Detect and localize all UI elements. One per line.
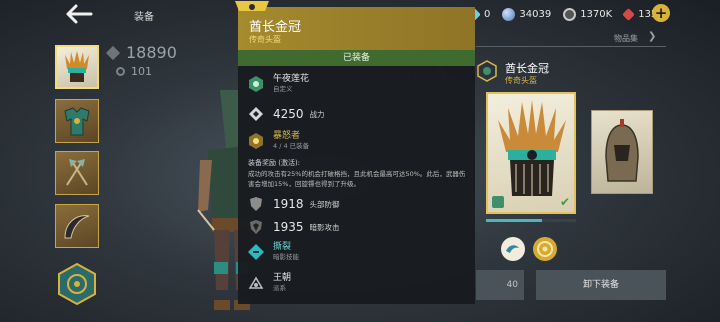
currency-coins: 1370K (563, 7, 612, 21)
stat-shadow-attack: 1935 暗影攻击 (248, 219, 340, 235)
shadow-shield-icon (248, 219, 264, 235)
slot-helmet[interactable] (55, 45, 99, 89)
bonus-text: 成功的攻击有25%的机会打破格挡，且此机会最高可达50%。此后，武器伤害会增加1… (248, 170, 466, 188)
currency-bar: 0 34039 1370K 1357 (468, 5, 676, 23)
chest-armor-icon (64, 107, 90, 136)
power-row: 4250 战力 (248, 106, 325, 122)
bonus-title: 装备奖励 (激活): (248, 159, 301, 167)
slot-weapon-sickles[interactable] (55, 204, 99, 248)
crown-crest-icon (235, 0, 269, 14)
slot-armor[interactable] (55, 99, 99, 143)
emblem-icon (58, 262, 96, 306)
rarity-emblem-icon (476, 60, 498, 82)
sun-spiral-icon (533, 237, 557, 261)
diamond-icon (105, 45, 121, 60)
item-card-alternate[interactable] (591, 110, 653, 194)
tab-item-set[interactable]: 物品集 (614, 33, 638, 44)
screen-title: 装备 (134, 12, 154, 23)
unequip-button[interactable]: 卸下装备 (536, 270, 666, 300)
selected-item-rarity: 传奇头盔 (505, 76, 537, 85)
axes-icon (66, 159, 88, 186)
slot-emblem[interactable] (55, 262, 99, 306)
orb-icon (502, 7, 516, 21)
lotus-icon (248, 76, 264, 92)
dynasty-icon (248, 275, 264, 291)
faction-row: 王朝 派系 (248, 273, 291, 293)
chevron-right-icon[interactable]: ❯ (648, 31, 656, 42)
ability-sun-button[interactable] (532, 236, 558, 262)
sickles-icon (64, 215, 90, 239)
item-tooltip: 酋长金冠 传奇头盔 已装备 午夜莲花 自定义 4250 战力 暴怒者 4 / 4… (238, 7, 475, 304)
card-progress-fill (486, 219, 542, 222)
gear-sub-score: 101 (116, 65, 152, 78)
card-progress-bar (486, 219, 576, 222)
power-diamond-icon (248, 106, 264, 122)
tab-divider (476, 46, 666, 47)
gear-score: 18890 (105, 43, 177, 62)
ruby-icon (622, 7, 636, 21)
currency-orbs: 34039 (502, 7, 551, 21)
checkmark-icon: ✔ (559, 195, 570, 209)
back-button[interactable] (64, 3, 94, 25)
helmet-icon (605, 119, 639, 182)
selected-item-name: 酋长金冠 (505, 62, 549, 75)
refresh-icon (116, 67, 125, 76)
tooltip-rarity: 传奇头盔 (249, 35, 281, 44)
shield-icon (248, 196, 264, 212)
rend-icon (248, 244, 264, 260)
coin-icon (563, 7, 577, 21)
secondary-action-button[interactable]: 40 (476, 270, 524, 300)
back-arrow-icon (66, 4, 93, 24)
perk-row: 撕裂 暗影技能 (248, 242, 299, 262)
set-row: 暴怒者 4 / 4 已装备 (248, 131, 309, 151)
feather-headdress-icon (498, 100, 566, 196)
add-currency-button[interactable]: + (652, 4, 670, 22)
tooltip-title: 酋长金冠 (249, 20, 302, 35)
tooltip-header: 酋长金冠 传奇头盔 (238, 7, 475, 50)
slot-weapon-axes[interactable] (55, 151, 99, 195)
feather-crown-icon (65, 51, 89, 82)
wave-icon (501, 237, 525, 261)
card-badge-icon (492, 196, 504, 208)
item-card-selected[interactable]: ✔ (486, 92, 576, 214)
stat-head-defense: 1918 头部防御 (248, 196, 340, 212)
set-emblem-icon (248, 133, 264, 149)
equipped-banner: 已装备 (238, 50, 475, 66)
style-row: 午夜莲花 自定义 (248, 74, 309, 94)
ability-wave-button[interactable] (500, 236, 526, 262)
